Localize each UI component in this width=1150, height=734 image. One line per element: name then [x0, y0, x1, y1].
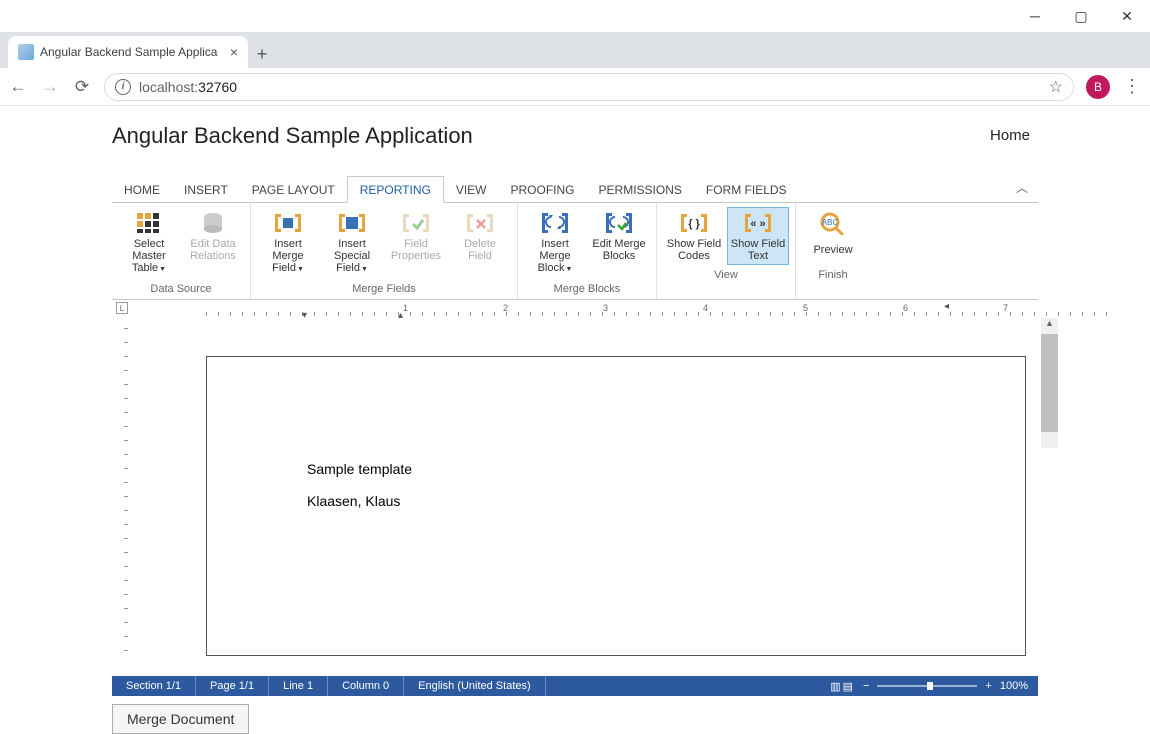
ribbon-tab-reporting[interactable]: REPORTING [347, 176, 444, 203]
delete-field-button[interactable]: Delete Field [449, 207, 511, 279]
forward-button[interactable]: → [40, 77, 60, 97]
zoom-out-button[interactable]: − [863, 680, 869, 692]
edit-blocks-icon [603, 210, 635, 236]
close-window-button[interactable]: ✕ [1104, 0, 1150, 32]
document-area: L 1234567▾▴◂ Sample template Klaasen, Kl… [112, 300, 1038, 676]
ribbon-tab-permissions[interactable]: PERMISSIONS [587, 177, 694, 202]
ribbon-group-finish: ABC Preview Finish [796, 203, 870, 299]
special-field-icon [336, 210, 368, 236]
document-line-1: Sample template [307, 461, 1025, 477]
tab-title: Angular Backend Sample Applica [40, 45, 224, 59]
profile-avatar[interactable]: B [1086, 75, 1110, 99]
svg-text:ABC: ABC [822, 218, 839, 227]
minimize-button[interactable]: ─ [1012, 0, 1058, 32]
vertical-ruler[interactable] [112, 318, 134, 676]
field-properties-button[interactable]: Field Properties [385, 207, 447, 279]
ruler-corner-icon[interactable]: L [116, 302, 128, 314]
browser-tab[interactable]: Angular Backend Sample Applica × [8, 36, 248, 68]
reload-button[interactable]: ⟳ [72, 77, 92, 97]
ribbon-group-data-source: Select Master Table▼ Edit Data Relations… [112, 203, 251, 299]
delete-field-icon [464, 210, 496, 236]
group-label: Finish [802, 265, 864, 283]
bookmark-icon[interactable]: ☆ [1049, 77, 1063, 97]
ribbon-tab-home[interactable]: HOME [112, 177, 172, 202]
group-label: View [663, 265, 789, 283]
zoom-value[interactable]: 100% [1000, 680, 1028, 692]
field-text-icon: « » [742, 210, 774, 236]
app-header: Angular Backend Sample Application Home [0, 106, 1150, 166]
field-codes-icon: { } [678, 210, 710, 236]
ribbon-tab-view[interactable]: VIEW [444, 177, 499, 202]
document-page[interactable]: Sample template Klaasen, Klaus [206, 356, 1026, 656]
back-button[interactable]: ← [8, 77, 28, 97]
window-titlebar: ─ ▢ ✕ [0, 0, 1150, 32]
browser-menu-icon[interactable]: ⋮ [1122, 76, 1142, 97]
ribbon-tab-insert[interactable]: INSERT [172, 177, 240, 202]
ribbon-tab-form-fields[interactable]: FORM FIELDS [694, 177, 799, 202]
collapse-ribbon-icon[interactable]: ︿ [1016, 179, 1028, 202]
status-language[interactable]: English (United States) [404, 676, 546, 696]
close-tab-icon[interactable]: × [230, 44, 238, 60]
app-title: Angular Backend Sample Application [112, 123, 473, 149]
site-info-icon[interactable]: i [115, 79, 131, 95]
address-bar[interactable]: i localhost:32760 ☆ [104, 73, 1074, 101]
show-field-codes-button[interactable]: { } Show Field Codes [663, 207, 725, 265]
vertical-scrollbar[interactable]: ▲ [1041, 318, 1058, 448]
zoom-in-button[interactable]: + [985, 680, 991, 692]
favicon-icon [18, 44, 34, 60]
ribbon-tab-proofing[interactable]: PROOFING [499, 177, 587, 202]
layout-icons[interactable]: ▥▤ [830, 680, 855, 693]
zoom-slider[interactable] [877, 685, 977, 687]
svg-text:« »: « » [750, 218, 765, 230]
svg-text:{ }: { } [688, 218, 700, 230]
status-page[interactable]: Page 1/1 [196, 676, 269, 696]
merge-field-icon [272, 210, 304, 236]
home-link[interactable]: Home [990, 127, 1030, 144]
ribbon-group-merge-blocks: Insert Merge Block▼ Edit Merge Blocks Me… [518, 203, 657, 299]
ribbon-tabs: HOME INSERT PAGE LAYOUT REPORTING VIEW P… [112, 176, 1038, 203]
insert-merge-field-button[interactable]: Insert Merge Field▼ [257, 207, 319, 279]
ribbon: HOME INSERT PAGE LAYOUT REPORTING VIEW P… [112, 176, 1038, 300]
table-grid-icon [133, 210, 165, 236]
url-host: localhost: [139, 79, 198, 95]
show-field-text-button[interactable]: « » Show Field Text [727, 207, 789, 265]
database-icon [197, 210, 229, 236]
edit-data-relations-button[interactable]: Edit Data Relations [182, 207, 244, 279]
preview-icon: ABC [817, 210, 849, 236]
new-tab-button[interactable]: + [248, 40, 276, 68]
insert-merge-block-button[interactable]: Insert Merge Block▼ [524, 207, 586, 279]
ribbon-group-merge-fields: Insert Merge Field▼ Insert Special Field… [251, 203, 518, 299]
select-master-table-button[interactable]: Select Master Table▼ [118, 207, 180, 279]
scrollbar-thumb[interactable] [1041, 334, 1058, 432]
merge-block-icon [539, 210, 571, 236]
ribbon-tab-page-layout[interactable]: PAGE LAYOUT [240, 177, 347, 202]
horizontal-ruler[interactable]: L 1234567▾▴◂ [112, 300, 1038, 318]
status-column[interactable]: Column 0 [328, 676, 404, 696]
url-port: 32760 [198, 79, 237, 95]
browser-tabstrip: Angular Backend Sample Applica × + [0, 32, 1150, 68]
edit-merge-blocks-button[interactable]: Edit Merge Blocks [588, 207, 650, 279]
ribbon-group-view: { } Show Field Codes « » Show Field Text… [657, 203, 796, 299]
browser-toolbar: ← → ⟳ i localhost:32760 ☆ B ⋮ [0, 68, 1150, 106]
status-bar: Section 1/1 Page 1/1 Line 1 Column 0 Eng… [112, 676, 1038, 696]
document-line-2: Klaasen, Klaus [307, 493, 1025, 509]
status-line[interactable]: Line 1 [269, 676, 328, 696]
ribbon-body: Select Master Table▼ Edit Data Relations… [112, 203, 1038, 300]
preview-button[interactable]: ABC Preview [802, 207, 864, 265]
group-label: Merge Blocks [524, 279, 650, 297]
maximize-button[interactable]: ▢ [1058, 0, 1104, 32]
group-label: Merge Fields [257, 279, 511, 297]
status-section[interactable]: Section 1/1 [112, 676, 196, 696]
field-properties-icon [400, 210, 432, 236]
group-label: Data Source [118, 279, 244, 297]
insert-special-field-button[interactable]: Insert Special Field▼ [321, 207, 383, 279]
